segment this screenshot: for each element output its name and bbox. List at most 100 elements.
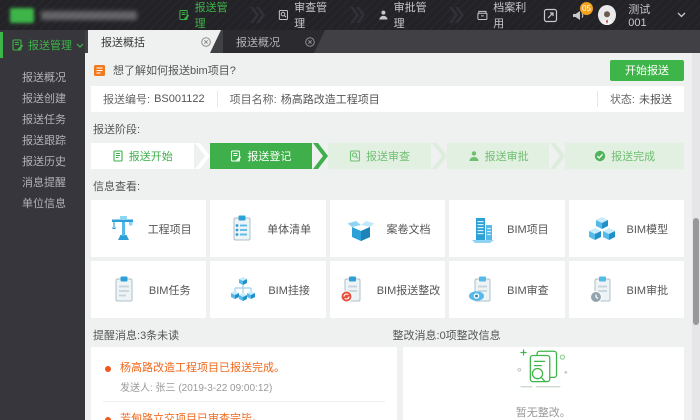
message-meta: 发送人: 张三 (2019-3-22 09:00:12) xyxy=(120,379,285,394)
announcement-icon[interactable]: 05 xyxy=(570,7,586,24)
archive-box-icon xyxy=(477,9,488,21)
step-report-review: 报送审查 xyxy=(328,143,431,169)
reminder-message-list: 杨高路改造工程项目已报送完成。 发送人: 张三 (2019-3-22 09:00… xyxy=(91,347,397,420)
nav-item-label: 审批管理 xyxy=(394,0,434,31)
step-arrow-icon xyxy=(195,143,210,169)
clipboard-list-icon xyxy=(225,212,259,246)
card-bim-approval[interactable]: BIM审批 xyxy=(569,261,684,318)
sidebar-item-report-tracking[interactable]: 报送跟踪 xyxy=(0,131,85,152)
document-search-icon xyxy=(278,9,289,21)
step-group: 报送登记 xyxy=(210,143,329,169)
clipboard-eye-icon xyxy=(465,273,499,307)
project-name-value: 杨高路改造工程项目 xyxy=(281,91,380,107)
document-edit-icon xyxy=(230,150,242,162)
tab-bar: 报送概括 报送概况 xyxy=(85,30,700,53)
app-window: 报送管理 审查管理 审批管理 xyxy=(0,0,700,420)
clipboard-alert-icon xyxy=(335,273,369,307)
bottom-panels: 杨高路改造工程项目已报送完成。 发送人: 张三 (2019-3-22 09:00… xyxy=(91,347,684,420)
page-content: 想了解如何报送bim项目? 开始报送 报送编号: BS001122 项目名称: … xyxy=(85,53,692,420)
scrollbar-track[interactable] xyxy=(692,53,700,420)
tab-report-overview[interactable]: 报送概况 xyxy=(223,30,325,53)
card-bim-link[interactable]: BIM挂接 xyxy=(210,261,325,318)
fullscreen-icon[interactable] xyxy=(543,7,559,24)
project-status-label: 状态: xyxy=(610,91,635,107)
topbar: 报送管理 审查管理 审批管理 xyxy=(0,0,700,30)
step-arrow-icon xyxy=(550,143,565,169)
scrollbar-thumb[interactable] xyxy=(693,218,699,325)
step-report-approval: 报送审批 xyxy=(447,143,550,169)
person-icon xyxy=(468,150,480,162)
check-circle-icon xyxy=(594,150,606,162)
step-group: 报送审批 xyxy=(447,143,566,169)
open-box-icon xyxy=(344,212,378,246)
topbar-right: 05 测试001 xyxy=(543,1,700,29)
nav-separator-icon xyxy=(449,7,461,23)
cubes-icon xyxy=(585,212,619,246)
close-icon[interactable] xyxy=(201,37,211,47)
stage-steps: 报送开始 报送登记 报送审查 xyxy=(91,143,684,169)
step-group: 报送开始 xyxy=(91,143,210,169)
card-bim-review[interactable]: BIM审查 xyxy=(449,261,564,318)
sidebar-header-submission-management[interactable]: 报送管理 xyxy=(0,30,85,60)
sidebar-item-message-reminder[interactable]: 消息提醒 xyxy=(0,173,85,194)
card-unit-list[interactable]: 单体清单 xyxy=(210,200,325,257)
nav-separator-icon xyxy=(350,7,362,23)
project-info-bar: 报送编号: BS001122 项目名称: 杨高路改造工程项目 状态: 未报送 xyxy=(91,86,684,112)
message-item[interactable]: 芳甸路立交项目已审查完毕。 发送人: 李四 (2019-3-18 16:01:5… xyxy=(103,401,385,420)
card-bim-report-rectify[interactable]: BIM报送整改 xyxy=(330,261,445,318)
nav-item-review-management[interactable]: 审查管理 xyxy=(268,0,344,30)
step-report-register: 报送登记 xyxy=(210,143,313,169)
message-item[interactable]: 杨高路改造工程项目已报送完成。 发送人: 张三 (2019-3-22 09:00… xyxy=(103,351,385,401)
buildings-icon xyxy=(465,212,499,246)
nav-item-label: 报送管理 xyxy=(195,0,235,31)
close-icon[interactable] xyxy=(305,37,315,47)
project-name-cell: 项目名称: 杨高路改造工程项目 xyxy=(217,91,597,107)
nav-item-label: 档案利用 xyxy=(493,0,533,31)
clipboard-icon xyxy=(107,273,141,307)
document-icon xyxy=(112,150,124,162)
project-code-cell: 报送编号: BS001122 xyxy=(91,91,217,107)
logo-text-blurred xyxy=(41,11,137,20)
chevron-down-icon[interactable] xyxy=(677,9,686,21)
linked-cubes-icon xyxy=(226,273,260,307)
status-badge: 未报送 xyxy=(639,91,672,107)
card-project[interactable]: 工程项目 xyxy=(91,200,206,257)
crane-icon xyxy=(106,212,140,246)
main-area: 报送概括 报送概况 想了解如何报送bim项目? 开始报送 报送编号: BS001… xyxy=(85,30,700,420)
logo-mark-blurred xyxy=(10,8,34,23)
card-bim-model[interactable]: BIM模型 xyxy=(569,200,684,257)
person-icon xyxy=(378,9,389,21)
step-arrow-icon xyxy=(313,143,328,169)
card-bim-project[interactable]: BIM项目 xyxy=(449,200,564,257)
project-code-value: BS001122 xyxy=(154,93,205,105)
project-name-label: 项目名称: xyxy=(230,91,277,107)
sidebar-item-unit-info[interactable]: 单位信息 xyxy=(0,194,85,215)
unread-count: 3条未读 xyxy=(140,330,179,342)
start-report-button[interactable]: 开始报送 xyxy=(610,60,684,81)
sidebar-item-report-create[interactable]: 报送创建 xyxy=(0,89,85,110)
clipboard-stamp-icon xyxy=(585,273,619,307)
card-bim-task[interactable]: BIM任务 xyxy=(91,261,206,318)
project-code-label: 报送编号: xyxy=(103,91,150,107)
message-title: 芳甸路立交项目已审查完毕。 xyxy=(120,410,272,420)
nav-item-archive-utilization[interactable]: 档案利用 xyxy=(467,0,543,30)
document-edit-icon xyxy=(179,9,190,21)
empty-state-text: 暂无整改。 xyxy=(516,404,571,420)
rectify-empty-panel: 暂无整改。 xyxy=(403,347,685,420)
nav-item-submission-management[interactable]: 报送管理 xyxy=(169,0,245,30)
tab-label: 报送概况 xyxy=(236,34,280,50)
tab-report-summary[interactable]: 报送概括 xyxy=(88,30,221,53)
chevron-down-icon xyxy=(76,43,84,48)
sidebar-header-label: 报送管理 xyxy=(28,37,72,53)
step-report-complete: 报送完成 xyxy=(565,143,684,169)
top-nav: 报送管理 审查管理 审批管理 xyxy=(169,0,543,30)
nav-item-approval-management[interactable]: 审批管理 xyxy=(368,0,444,30)
step-report-start: 报送开始 xyxy=(91,143,194,169)
sidebar-item-report-task[interactable]: 报送任务 xyxy=(0,110,85,131)
sidebar-item-report-overview[interactable]: 报送概况 xyxy=(0,68,85,89)
avatar[interactable] xyxy=(598,5,616,25)
notice-text: 想了解如何报送bim项目? xyxy=(113,62,236,78)
username[interactable]: 测试001 xyxy=(628,1,665,29)
card-archive-docs[interactable]: 案卷文档 xyxy=(330,200,445,257)
sidebar-item-report-history[interactable]: 报送历史 xyxy=(0,152,85,173)
